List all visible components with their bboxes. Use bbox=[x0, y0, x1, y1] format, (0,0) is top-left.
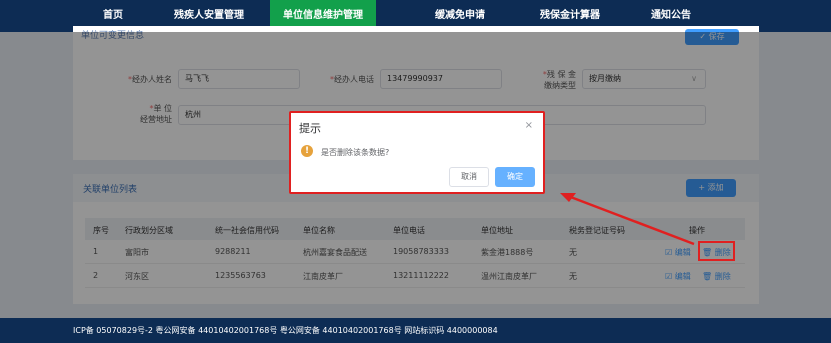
confirm-dialog: 提示 × ! 是否删除该条数据? 取消 确定 bbox=[289, 111, 545, 194]
delete-highlight-box bbox=[698, 241, 735, 261]
dialog-title: 提示 bbox=[299, 122, 321, 135]
close-icon[interactable]: × bbox=[525, 120, 533, 131]
confirm-button[interactable]: 确定 bbox=[495, 167, 535, 187]
footer: ICP备 05070829号-2 粤公网安备 44010402001768号 粤… bbox=[0, 318, 831, 343]
warning-icon: ! bbox=[301, 145, 313, 157]
dialog-message: 是否删除该条数据? bbox=[321, 148, 390, 157]
cancel-button[interactable]: 取消 bbox=[449, 167, 489, 187]
